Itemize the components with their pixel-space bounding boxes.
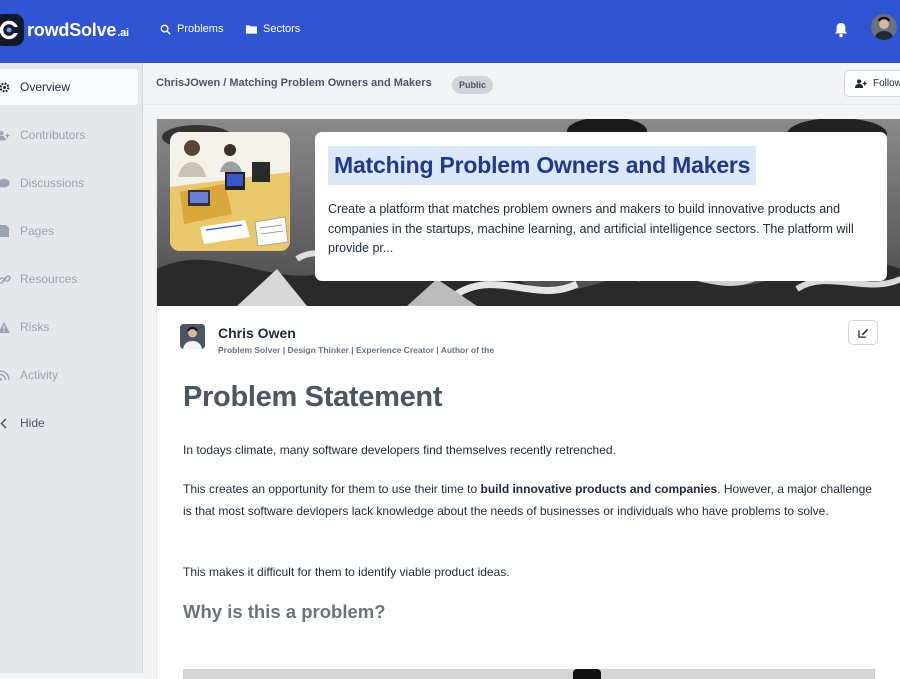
folder-icon: [246, 25, 257, 34]
edit-button[interactable]: [848, 320, 878, 345]
sidebar-item-label: Contributors: [20, 128, 86, 142]
follow-label: Follow: [873, 78, 900, 89]
brand-name: rowdSolve.ai: [27, 19, 129, 40]
sidebar-item-label: Discussions: [20, 176, 85, 190]
author-bio: Problem Solver | Design Thinker | Experi…: [218, 345, 495, 355]
gear-icon: [0, 82, 11, 93]
breadcrumb[interactable]: ChrisJOwen / Matching Problem Owners and…: [156, 77, 432, 89]
user-plus-icon: [0, 130, 11, 141]
sidebar-item-label: Pages: [20, 224, 55, 238]
content-image-preview: [183, 669, 875, 679]
sidebar-item-label: Overview: [20, 80, 71, 94]
problem-description: Create a platform that matches problem o…: [328, 202, 854, 255]
nav-problems[interactable]: Problems: [160, 23, 223, 35]
hero-summary-box: Matching Problem Owners and Makers Creat…: [315, 132, 887, 281]
sidebar-item-resources[interactable]: Resources: [0, 261, 138, 297]
paragraph-2: This creates an opportunity for them to …: [183, 478, 883, 522]
author-avatar[interactable]: [180, 324, 205, 349]
sidebar-item-label: Hide: [20, 416, 45, 430]
brand-logo[interactable]: rowdSolve.ai: [0, 14, 129, 46]
top-navbar: rowdSolve.ai Problems Sectors: [0, 0, 900, 63]
user-plus-icon: [855, 79, 867, 88]
main-content: ChrisJOwen / Matching Problem Owners and…: [143, 63, 900, 679]
paragraph-1: In todays climate, many software develop…: [183, 443, 616, 457]
sidebar-item-discussions[interactable]: Discussions: [0, 165, 138, 201]
sidebar-item-label: Risks: [20, 320, 50, 334]
rss-icon: [0, 369, 11, 381]
sidebar-item-label: Activity: [20, 368, 59, 382]
follow-button[interactable]: Follow: [844, 70, 900, 97]
sidebar-item-pages[interactable]: Pages: [0, 213, 138, 249]
warning-icon: [0, 321, 11, 333]
section-subheading-why-problem: Why is this a problem?: [183, 601, 386, 622]
problem-card: Matching Problem Owners and Makers Creat…: [156, 119, 900, 679]
sidebar-item-label: Resources: [20, 272, 78, 286]
nav-problems-label: Problems: [177, 23, 224, 35]
search-icon: [160, 24, 171, 35]
link-icon: [0, 274, 11, 285]
nav-sectors-label: Sectors: [263, 23, 301, 35]
paragraph-2-bold: build innovative products and companies: [480, 482, 718, 496]
nav-sectors[interactable]: Sectors: [246, 23, 300, 35]
paragraph-3: This makes it difficult for them to iden…: [183, 565, 510, 579]
sidebar-item-contributors[interactable]: Contributors: [0, 117, 138, 153]
breadcrumb-bar: ChrisJOwen / Matching Problem Owners and…: [143, 63, 900, 105]
author-name[interactable]: Chris Owen: [218, 325, 296, 341]
section-heading-problem-statement: Problem Statement: [183, 381, 443, 413]
hero-banner: Matching Problem Owners and Makers Creat…: [157, 119, 900, 306]
user-avatar[interactable]: [871, 14, 897, 40]
visibility-badge: Public: [452, 76, 494, 94]
sidebar: Overview Contributors Discussions Pages …: [0, 63, 143, 673]
sidebar-hide-toggle[interactable]: Hide: [0, 405, 138, 441]
edit-icon: [857, 328, 868, 338]
sidebar-item-overview[interactable]: Overview: [0, 69, 138, 105]
sidebar-item-risks[interactable]: Risks: [0, 309, 138, 345]
chevron-left-icon: [0, 417, 11, 429]
problem-thumbnail: [170, 132, 290, 251]
sidebar-item-activity[interactable]: Activity: [0, 357, 138, 393]
notifications-bell-icon[interactable]: [834, 22, 848, 43]
document-icon: [0, 225, 11, 237]
paragraph-2-start: This creates an opportunity for them to …: [183, 482, 481, 496]
problem-title: Matching Problem Owners and Makers: [328, 146, 757, 185]
logo-mark-icon: [0, 14, 24, 46]
chat-bubble-icon: [0, 178, 11, 189]
